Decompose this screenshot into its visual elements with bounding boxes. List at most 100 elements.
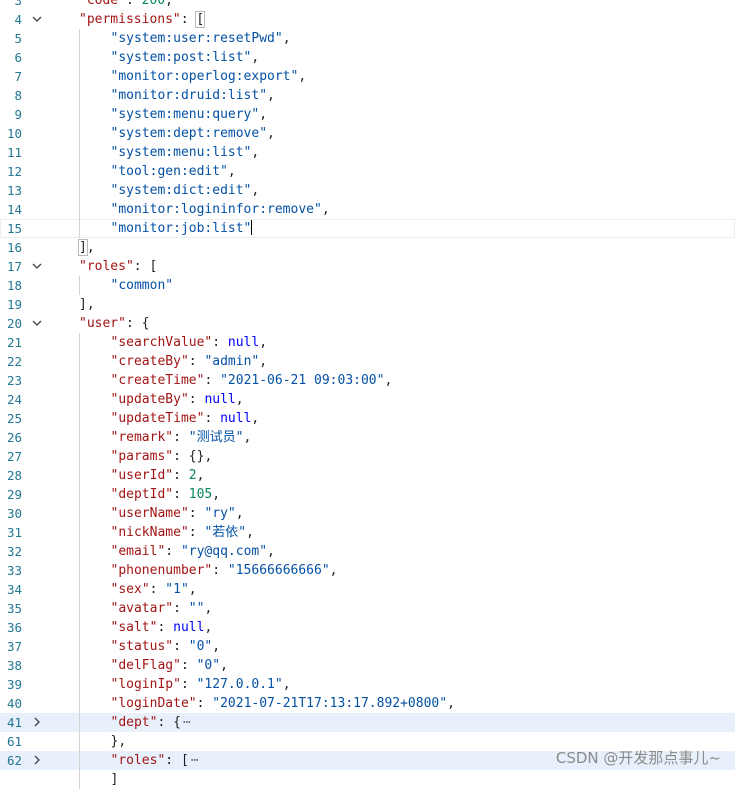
code-line[interactable]: 4"permissions": [ [0, 10, 735, 29]
trailing-comma: , [259, 354, 267, 369]
line-number: 10 [0, 124, 22, 143]
chevron-right-icon[interactable] [30, 716, 44, 731]
indent-guide [79, 618, 80, 637]
code-content: "system:menu:list", [111, 143, 735, 162]
json-value: "ry" [204, 506, 235, 521]
code-content: "loginDate": "2021-07-21T17:13:17.892+08… [111, 694, 735, 713]
code-line[interactable]: 22"createBy": "admin", [0, 352, 735, 371]
indent-guide [79, 447, 80, 466]
code-content: "userName": "ry", [111, 504, 735, 523]
separator: : [204, 373, 220, 388]
close-bracket: ] [111, 772, 119, 787]
code-line[interactable]: 5"system:user:resetPwd", [0, 29, 735, 48]
open-bracket: [ [149, 259, 157, 274]
code-line[interactable]: 34"sex": "1", [0, 580, 735, 599]
separator: : [204, 411, 220, 426]
json-value: "monitor:druid:list" [111, 88, 268, 103]
json-key-text: createTime [118, 373, 196, 388]
code-line[interactable]: 14"monitor:logininfor:remove", [0, 200, 735, 219]
line-number: 37 [0, 637, 22, 656]
code-line[interactable]: 38"delFlag": "0", [0, 656, 735, 675]
separator: : [189, 525, 205, 540]
trailing-comma: , [118, 734, 126, 749]
code-line[interactable]: 10"system:dept:remove", [0, 124, 735, 143]
json-key-text: remark [118, 430, 165, 445]
json-value: "system:menu:query" [111, 107, 260, 122]
code-line[interactable]: 20"user": { [0, 314, 735, 333]
code-line[interactable]: 28"userId": 2, [0, 466, 735, 485]
chevron-down-icon[interactable] [30, 260, 44, 275]
code-line[interactable]: 32"email": "ry@qq.com", [0, 542, 735, 561]
code-line[interactable]: 11 "system:menu:list", [0, 143, 735, 162]
json-key-text: roles [87, 259, 126, 274]
trailing-comma: , [267, 544, 275, 559]
indent-guide [79, 48, 80, 67]
line-number: 19 [0, 295, 22, 314]
code-line[interactable]: 21 "searchValue": null, [0, 333, 735, 352]
json-key: "searchValue" [111, 335, 213, 350]
chevron-down-icon[interactable] [30, 317, 44, 332]
code-line[interactable]: 33"phonenumber": "15666666666", [0, 561, 735, 580]
trailing-comma: , [189, 582, 197, 597]
json-key: "userName" [111, 506, 189, 521]
separator: : [173, 468, 189, 483]
code-line[interactable]: 17"roles": [ [0, 257, 735, 276]
code-line[interactable]: 37"status": "0", [0, 637, 735, 656]
line-number: 16 [0, 238, 22, 257]
code-line[interactable]: 41"dept": {⋯ [0, 713, 735, 732]
json-value: "若依" [204, 525, 246, 540]
indent-guide [79, 333, 80, 352]
separator: : [157, 620, 173, 635]
chevron-down-icon[interactable] [30, 13, 44, 28]
code-line[interactable]: 9"system:menu:query", [0, 105, 735, 124]
json-value: "system:user:resetPwd" [111, 31, 283, 46]
code-line[interactable]: 12"tool:gen:edit", [0, 162, 735, 181]
code-line[interactable]: 36"salt": null, [0, 618, 735, 637]
code-content: "monitor:operlog:export", [111, 67, 735, 86]
line-number: 11 [0, 143, 22, 162]
code-content: "searchValue": null, [111, 333, 735, 352]
code-content: "monitor:job:list" [111, 219, 735, 238]
code-line[interactable]: 35"avatar": "", [0, 599, 735, 618]
json-key: "loginDate" [111, 696, 197, 711]
code-content: ], [79, 238, 735, 257]
code-line[interactable]: 26"remark": "测试员", [0, 428, 735, 447]
code-line[interactable]: 24"updateBy": null, [0, 390, 735, 409]
code-content: "nickName": "若依", [111, 523, 735, 542]
code-line[interactable]: 25"updateTime": null, [0, 409, 735, 428]
json-key: "updateBy" [111, 392, 189, 407]
code-line[interactable]: 18"common" [0, 276, 735, 295]
code-line[interactable]: 8"monitor:druid:list", [0, 86, 735, 105]
code-line[interactable]: 7"monitor:operlog:export", [0, 67, 735, 86]
line-number: 21 [0, 333, 22, 352]
code-content: "roles": [ [79, 257, 735, 276]
trailing-comma: , [228, 164, 236, 179]
json-value: 200 [142, 0, 165, 8]
trailing-comma: , [204, 620, 212, 635]
separator: : [134, 259, 150, 274]
code-content: "system:menu:query", [111, 105, 735, 124]
code-line[interactable]: 13"system:dict:edit", [0, 181, 735, 200]
code-content: "dept": {⋯ [111, 713, 735, 732]
chevron-right-icon[interactable] [30, 754, 44, 769]
line-number: 38 [0, 656, 22, 675]
code-line[interactable]: 23"createTime": "2021-06-21 09:03:00", [0, 371, 735, 390]
code-line[interactable]: 16], [0, 238, 735, 257]
line-number: 22 [0, 352, 22, 371]
code-line[interactable]: 3"code": 200, [0, 0, 735, 10]
code-line[interactable]: 29"deptId": 105, [0, 485, 735, 504]
code-line[interactable]: ] [0, 770, 735, 789]
code-line[interactable]: 39"loginIp": "127.0.0.1", [0, 675, 735, 694]
code-editor[interactable]: 3"code": 200,4"permissions": [5"system:u… [0, 0, 735, 789]
json-key-text: code [87, 0, 118, 8]
code-line[interactable]: 40"loginDate": "2021-07-21T17:13:17.892+… [0, 694, 735, 713]
code-line[interactable]: 31"nickName": "若依", [0, 523, 735, 542]
code-line[interactable]: 15"monitor:job:list" [0, 219, 735, 238]
code-line[interactable]: 6"system:post:list", [0, 48, 735, 67]
json-value: "system:menu:list" [111, 145, 252, 160]
code-line[interactable]: 30"userName": "ry", [0, 504, 735, 523]
code-line[interactable]: 19], [0, 295, 735, 314]
trailing-comma: , [330, 563, 338, 578]
line-number: 20 [0, 314, 22, 333]
code-line[interactable]: 27"params": {}, [0, 447, 735, 466]
